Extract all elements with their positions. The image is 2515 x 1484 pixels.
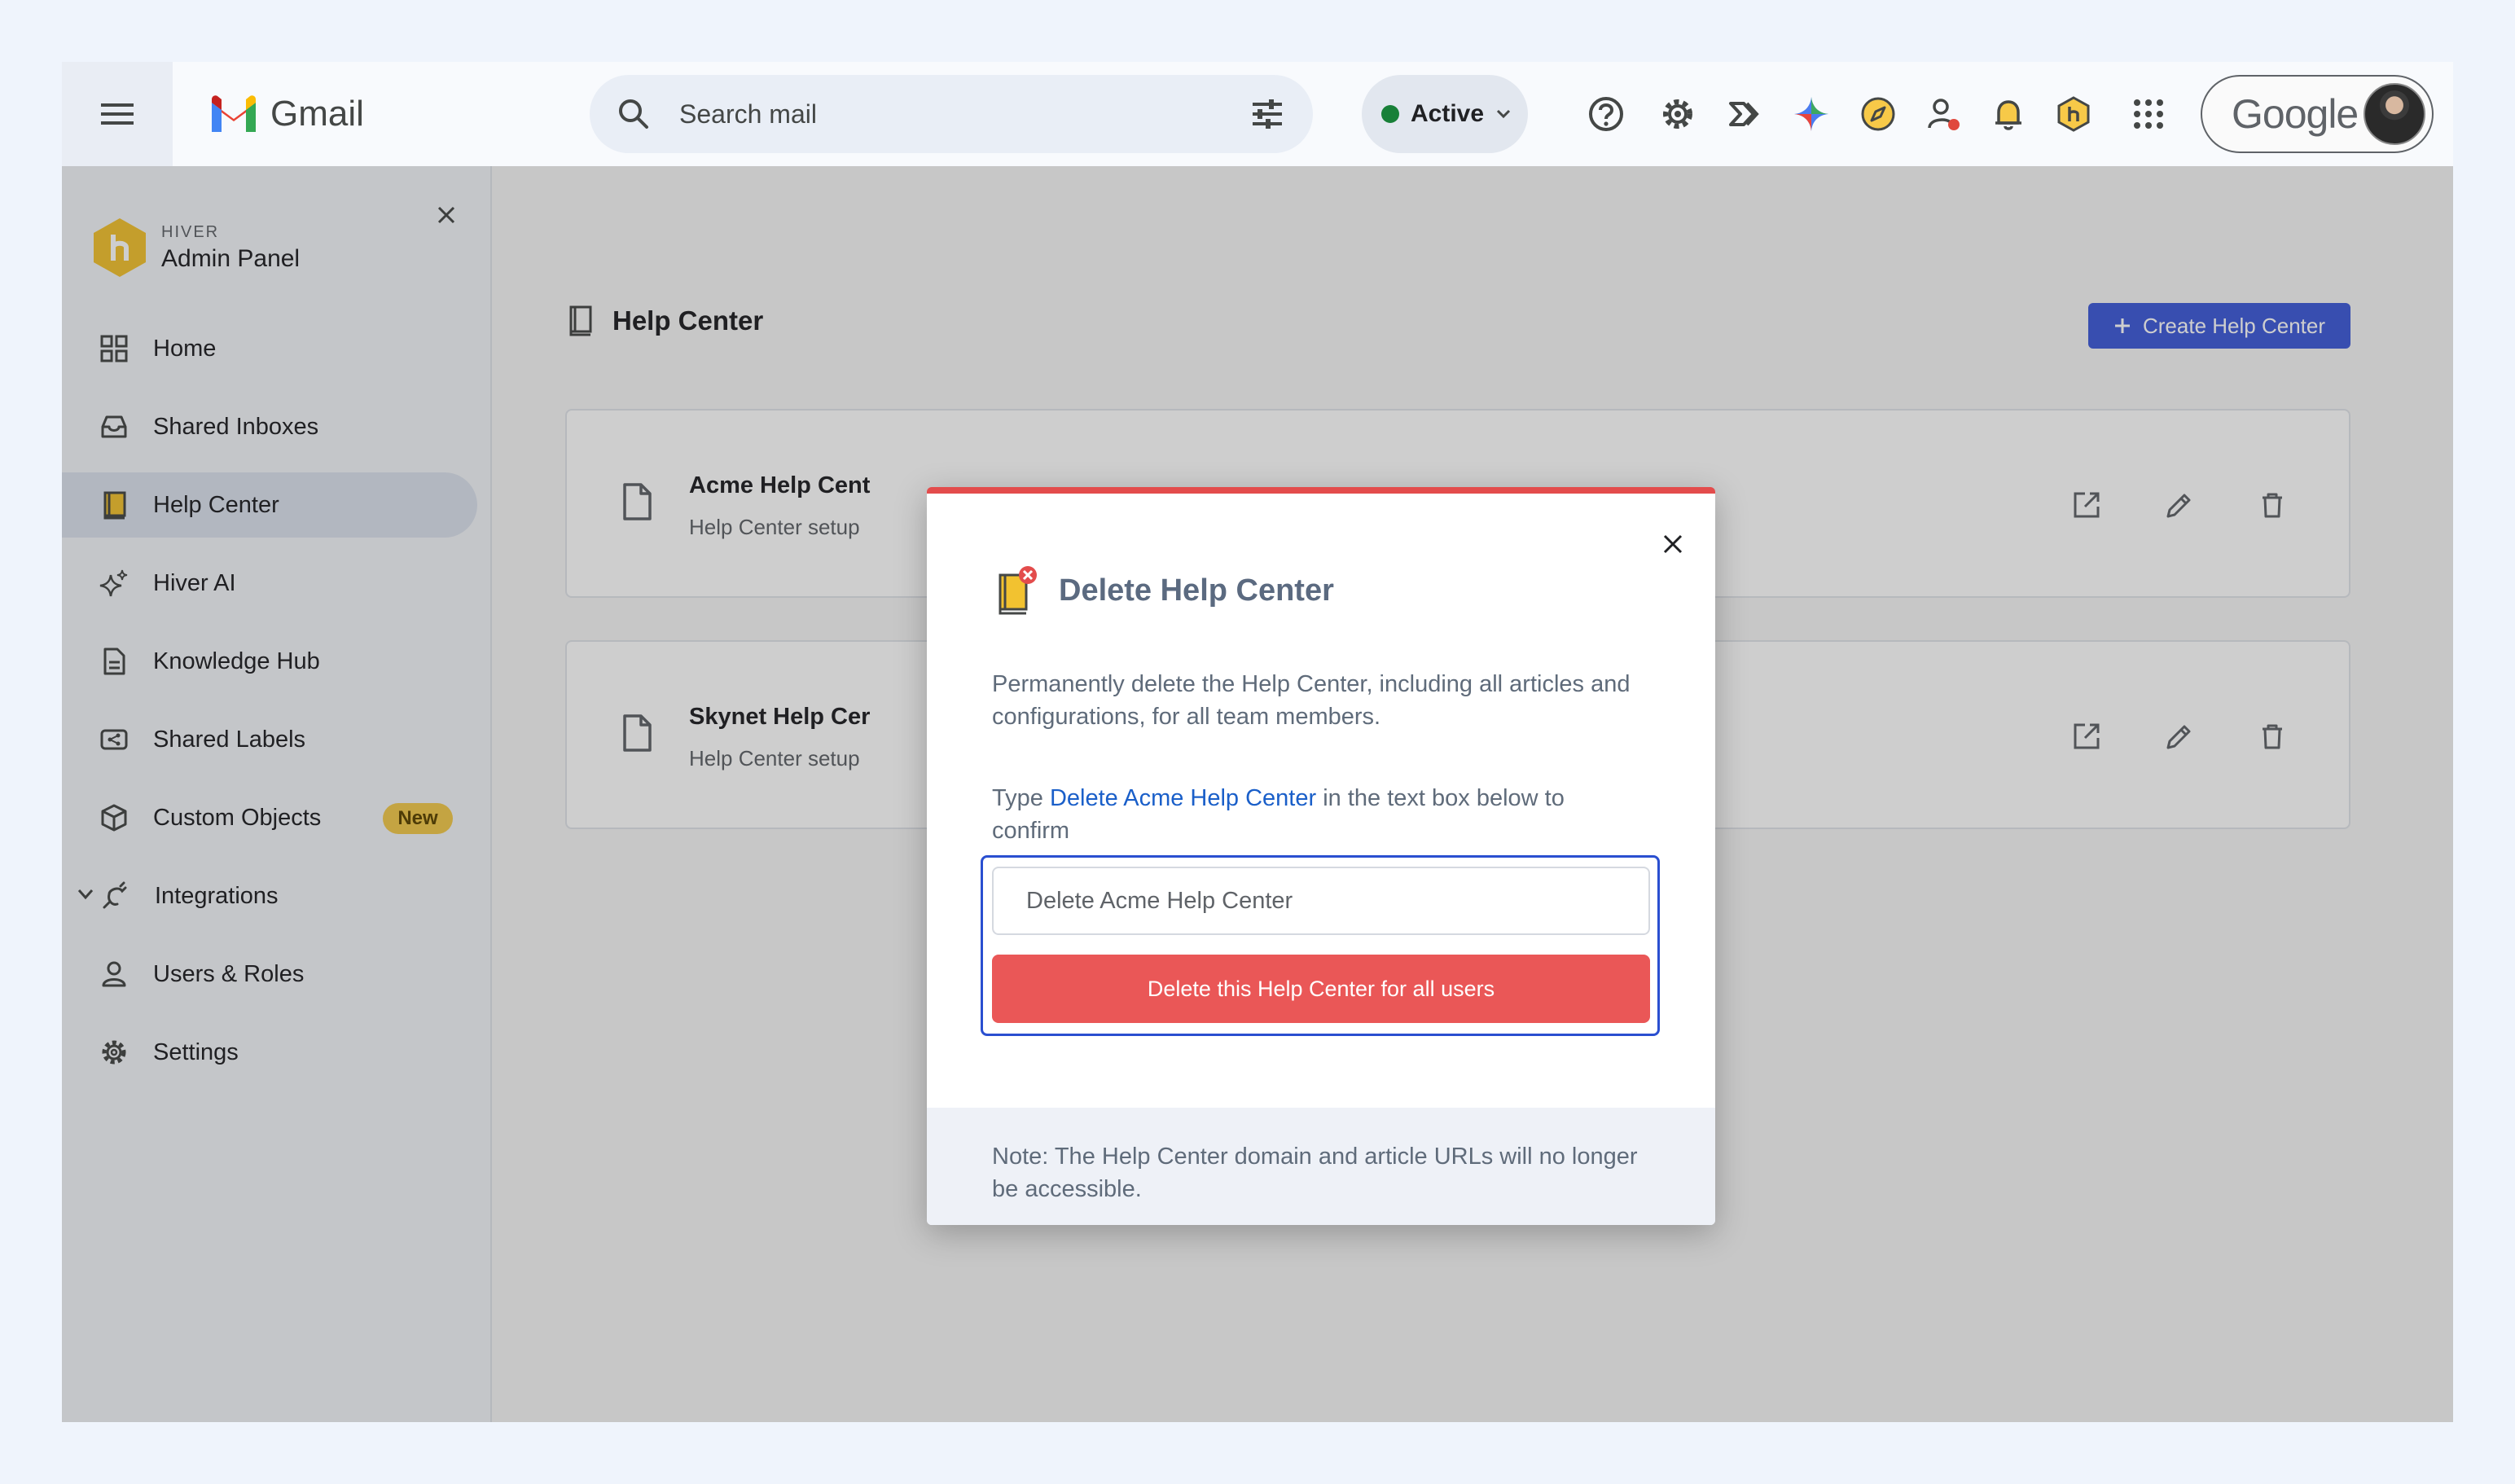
google-wordmark: Google: [2232, 91, 2359, 137]
confirm-prefix: Type: [992, 785, 1050, 811]
help-icon[interactable]: [1582, 90, 1631, 138]
chevron-down-icon: [1496, 109, 1511, 119]
gemini-icon[interactable]: [1787, 90, 1836, 138]
gmail-m-icon: [212, 95, 256, 132]
confirm-phrase: Delete Acme Help Center: [1049, 785, 1317, 811]
confirm-text-input[interactable]: [992, 867, 1650, 935]
apps-grid-icon[interactable]: [2124, 90, 2173, 138]
search-input[interactable]: Search mail: [679, 75, 817, 153]
contact-alert-icon[interactable]: [1919, 90, 1968, 138]
gear-icon[interactable]: [1653, 90, 1702, 138]
close-dialog-button[interactable]: [1655, 526, 1691, 562]
gmail-logo[interactable]: Gmail: [208, 90, 364, 138]
app-window: Gmail Search mail Active Google HIVER Ad…: [62, 62, 2453, 1422]
delete-book-icon: [999, 566, 1037, 615]
status-dot: [1381, 105, 1399, 123]
status-selector[interactable]: Active: [1362, 75, 1528, 153]
gmail-wordmark: Gmail: [270, 94, 364, 134]
status-label: Active: [1411, 100, 1485, 127]
bell-icon[interactable]: [1984, 90, 2033, 138]
avatar[interactable]: [2364, 83, 2425, 145]
delete-help-center-button[interactable]: Delete this Help Center for all users: [992, 955, 1650, 1023]
search-options-icon[interactable]: [1248, 94, 1287, 134]
dialog-header: Delete Help Center: [992, 565, 1334, 616]
hiver-flow-icon[interactable]: [1720, 90, 1769, 138]
search-icon[interactable]: [614, 94, 653, 134]
dialog-note: Note: The Help Center domain and article…: [992, 1144, 1638, 1202]
close-icon: [1663, 534, 1683, 554]
dialog-title: Delete Help Center: [1059, 573, 1334, 608]
delete-help-center-dialog: Delete Help Center Permanently delete th…: [927, 487, 1715, 1225]
account-switcher[interactable]: Google: [2201, 75, 2434, 153]
compass-icon[interactable]: [1854, 90, 1903, 138]
dialog-description: Permanently delete the Help Center, incl…: [992, 671, 1631, 730]
confirm-instruction: Type Delete Acme Help Center in the text…: [992, 782, 1644, 847]
main-menu-button[interactable]: [62, 62, 173, 166]
search-bar[interactable]: Search mail: [590, 75, 1313, 153]
hamburger-icon: [101, 103, 134, 125]
hiver-extension-icon[interactable]: [2049, 90, 2098, 138]
dialog-note-section: Note: The Help Center domain and article…: [927, 1108, 1715, 1225]
gmail-topbar: Gmail Search mail Active Google: [62, 62, 2453, 166]
